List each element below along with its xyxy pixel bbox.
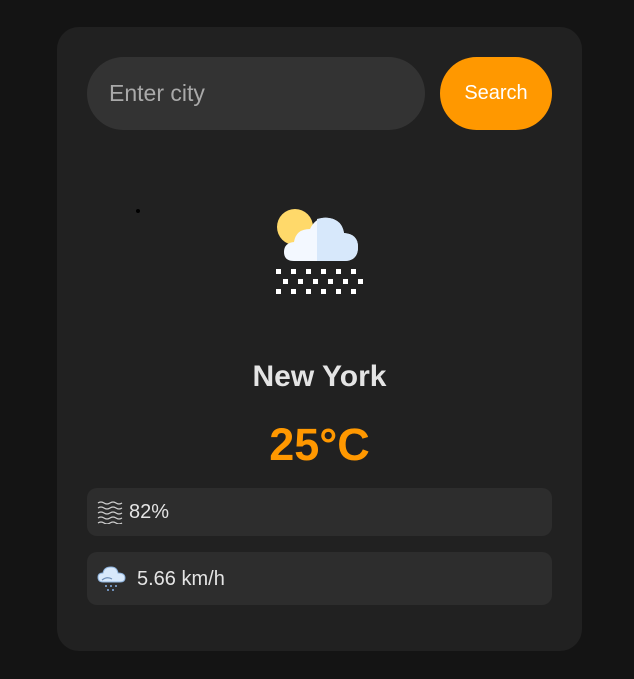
humidity-row: 82% [87, 488, 552, 536]
search-bar: Search [87, 57, 552, 130]
stray-dot [136, 209, 140, 213]
city-search-input[interactable] [87, 57, 425, 130]
weather-card: Search New York 25°C 82% [57, 27, 582, 651]
wind-row: 5.66 km/h [87, 552, 552, 605]
humidity-value: 82% [129, 501, 170, 523]
search-button[interactable]: Search [440, 57, 552, 130]
wind-cloud-icon [97, 566, 126, 591]
cloud-sun-snow-icon [276, 209, 363, 294]
wind-speed-value: 5.66 km/h [137, 568, 225, 590]
humidity-waves-icon [97, 501, 123, 524]
temperature: 25°C [269, 419, 370, 470]
city-name: New York [252, 360, 387, 393]
